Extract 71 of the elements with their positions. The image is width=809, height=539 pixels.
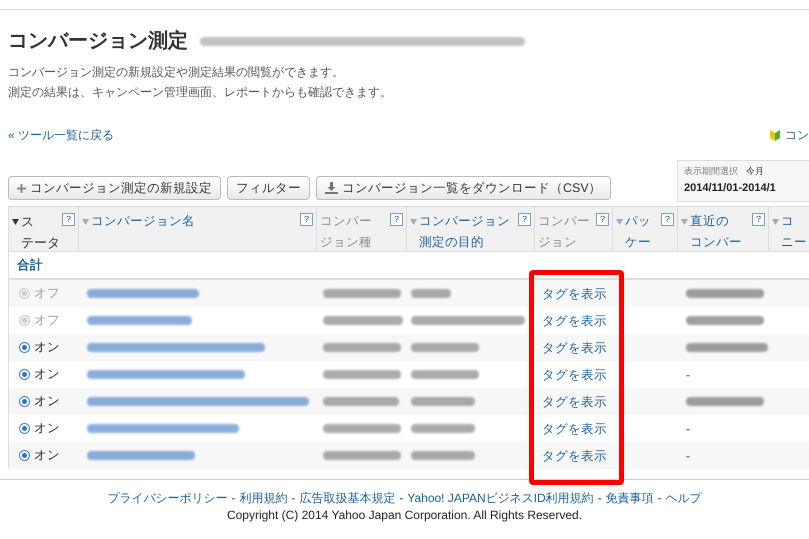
status-label: オン xyxy=(34,339,60,356)
toolbar-button[interactable]: コンバージョン一覧をダウンロード（CSV） xyxy=(316,176,611,200)
help-button[interactable]: ? xyxy=(596,213,609,226)
toolbar-button[interactable]: フィルター xyxy=(227,176,310,200)
link-separator: - xyxy=(658,490,662,507)
link-separator: - xyxy=(231,490,236,507)
status-radio[interactable] xyxy=(19,369,30,380)
redacted-text xyxy=(411,450,475,460)
show-tag-link[interactable]: タグを表示 xyxy=(542,368,607,382)
back-link[interactable]: « ツール一覧に戻る xyxy=(8,126,114,144)
help-button[interactable]: ? xyxy=(518,213,531,226)
status-label: オン xyxy=(34,393,60,410)
help-button[interactable]: ? xyxy=(390,213,403,226)
column-header[interactable]: コンバージョン 測定の目的 xyxy=(419,211,510,251)
column-header: コンバー ジョン種 xyxy=(320,213,372,251)
plus-icon xyxy=(17,184,26,192)
show-tag-link[interactable]: タグを表示 xyxy=(542,448,607,462)
column-header[interactable]: コンバージョン名 xyxy=(91,211,195,232)
status-label: オン xyxy=(34,447,60,464)
redacted-text xyxy=(411,288,451,298)
status-label: オフ xyxy=(34,312,60,330)
redacted-text xyxy=(411,342,479,352)
help-button[interactable]: ? xyxy=(300,213,313,226)
copyright-text: Copyright (C) 2014 Yahoo Japan Corporation. All Rights Reserved. xyxy=(226,507,584,524)
period-value[interactable]: 今月 xyxy=(746,164,764,178)
redacted-text xyxy=(411,424,475,432)
redacted-text xyxy=(411,396,475,406)
leaf-icon xyxy=(769,128,781,142)
column-header: コンバー ジョン xyxy=(538,213,590,251)
table-cell: - xyxy=(686,448,690,462)
footer-link[interactable]: 利用規約 xyxy=(239,490,288,507)
status-label: オフ xyxy=(34,285,60,302)
show-tag-link[interactable]: タグを表示 xyxy=(542,286,607,300)
sort-arrow-icon[interactable] xyxy=(12,218,19,224)
description-text: 測定の結果は、キャンペーン管理画面、レポートからも確認できます。 xyxy=(8,84,393,101)
footer-link[interactable]: 広告取扱基本規定 xyxy=(299,490,396,507)
show-tag-link[interactable]: タグを表示 xyxy=(542,422,607,436)
page-title: コンバージョン測定 xyxy=(8,28,188,54)
download-icon xyxy=(325,182,338,194)
description-text: コンバージョン測定の新規設定や測定結果の閲覧ができます。 xyxy=(8,64,345,81)
status-label: オン xyxy=(34,366,60,384)
period-range[interactable]: 2014/11/01-2014/1 xyxy=(684,180,803,196)
help-button[interactable]: ? xyxy=(62,213,75,226)
column-header[interactable]: パッ ケー xyxy=(625,211,651,251)
link-separator: - xyxy=(598,490,602,507)
column-header[interactable]: 直近の コンバー xyxy=(690,211,742,251)
footer-link[interactable]: Yahoo! JAPANビジネスID利用規約 xyxy=(407,490,594,507)
status-radio[interactable] xyxy=(19,396,30,407)
status-radio[interactable] xyxy=(19,342,30,353)
redacted-text xyxy=(411,370,479,378)
column-header[interactable]: コ ニー xyxy=(781,211,807,251)
status-label: オン xyxy=(34,420,60,438)
help-button[interactable]: ? xyxy=(752,213,765,226)
column-header[interactable]: ス テータ xyxy=(21,211,60,251)
status-radio[interactable] xyxy=(19,423,30,434)
footer-link[interactable]: ヘルプ xyxy=(666,490,702,507)
show-tag-link[interactable]: タグを表示 xyxy=(542,314,607,328)
link-separator: - xyxy=(399,490,404,507)
show-tag-link[interactable]: タグを表示 xyxy=(542,394,607,408)
table-cell: - xyxy=(686,368,690,382)
table-cell: - xyxy=(686,422,690,436)
help-link[interactable]: コン xyxy=(769,126,809,144)
footer-link[interactable]: 免責事項 xyxy=(606,490,654,507)
toolbar-button[interactable]: コンバージョン測定の新規設定 xyxy=(8,176,221,200)
help-button[interactable]: ? xyxy=(661,213,674,226)
status-radio[interactable] xyxy=(19,450,30,461)
show-tag-link[interactable]: タグを表示 xyxy=(542,340,607,354)
period-label: 表示期間選択 xyxy=(684,165,738,178)
link-separator: - xyxy=(291,490,296,507)
footer-link[interactable]: プライバシーポリシー xyxy=(107,490,228,507)
total-label: 合計 xyxy=(17,256,43,274)
